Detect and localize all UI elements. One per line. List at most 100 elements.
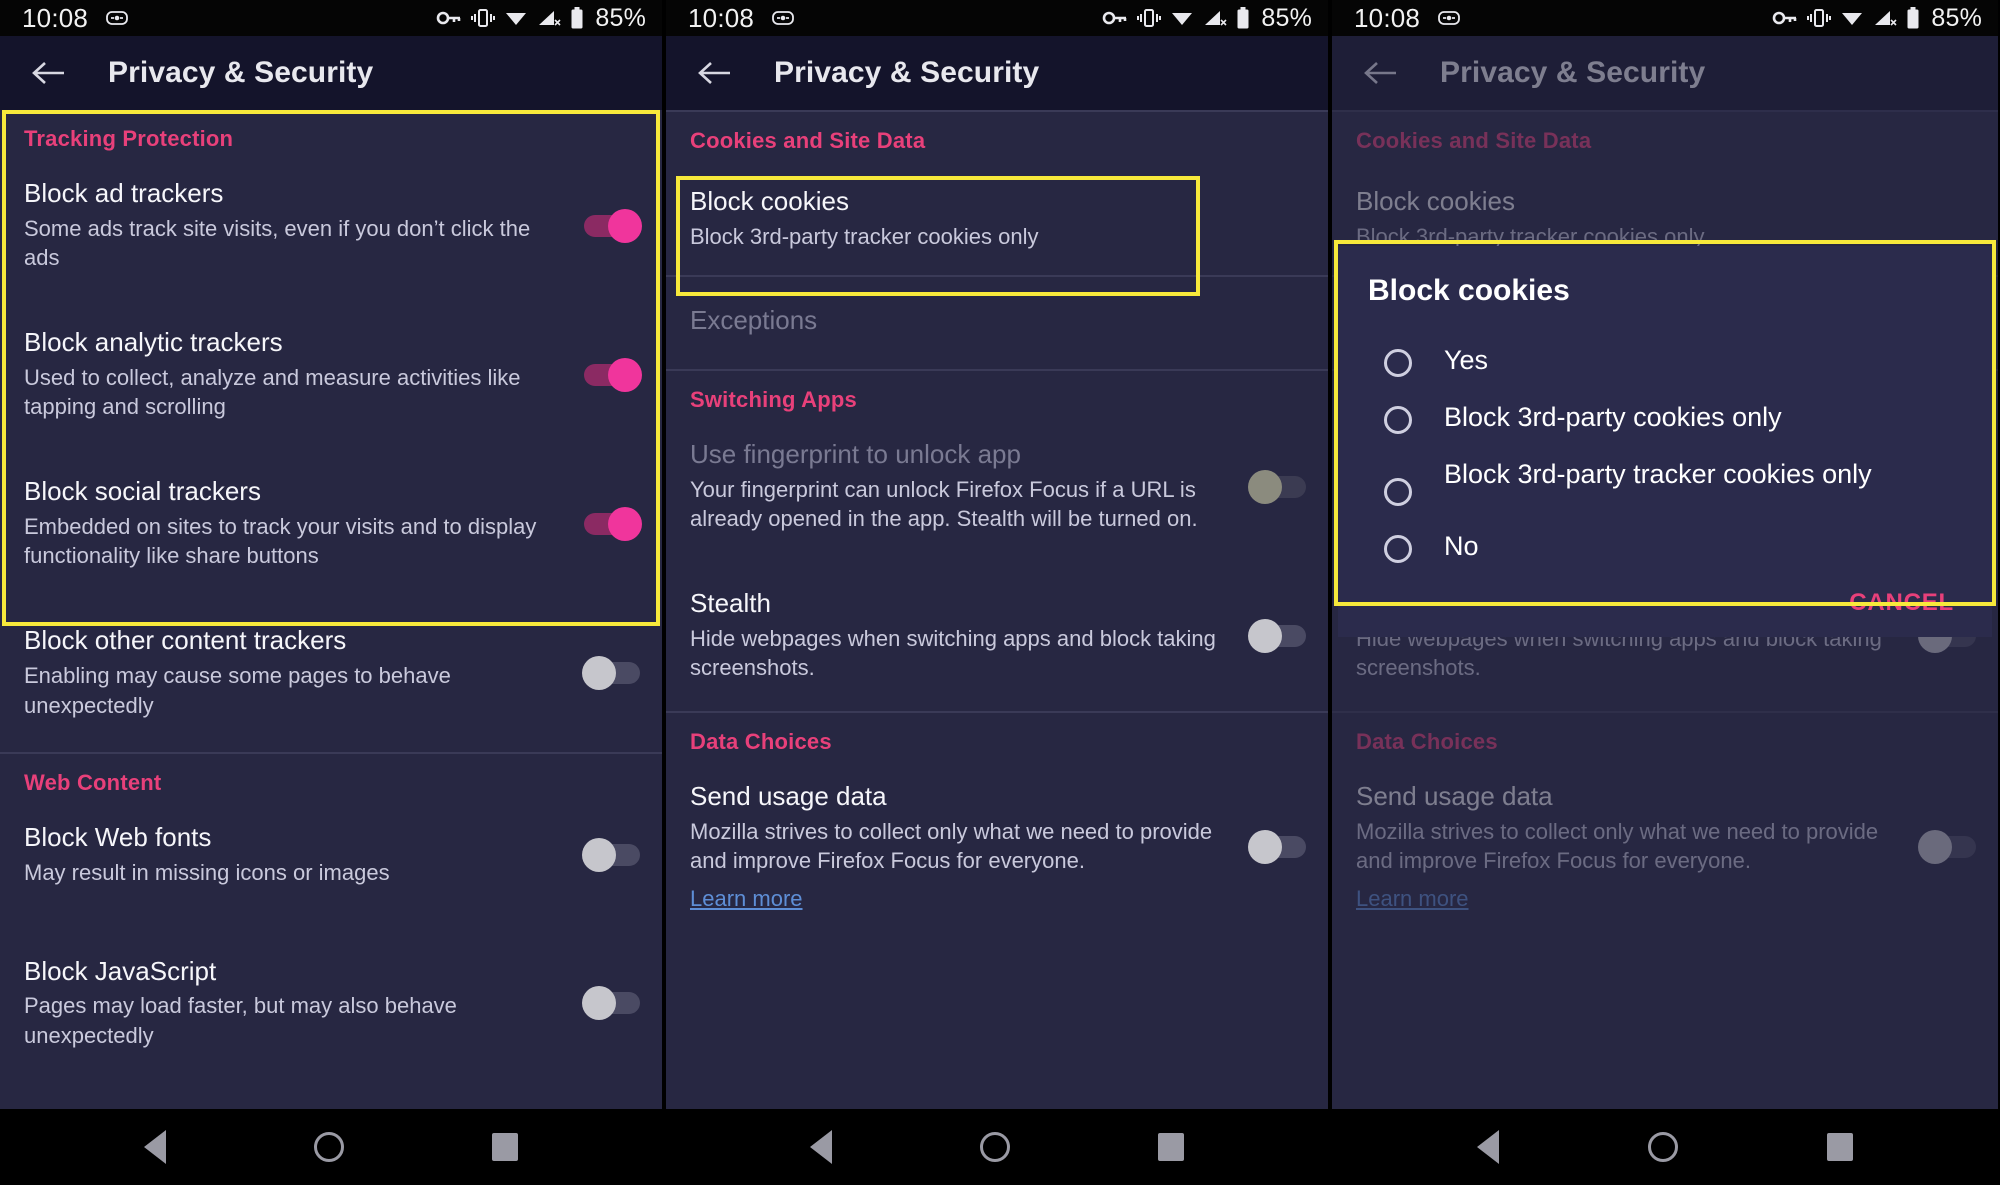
setting-title: Send usage data (690, 781, 887, 812)
setting-row-stealth[interactable]: Stealth Hide webpages when switching app… (666, 572, 1328, 701)
toggle-block-javascript[interactable] (582, 986, 640, 1021)
nav-recents-icon[interactable] (1827, 1133, 1854, 1161)
battery-percent-label: 85% (1931, 3, 1982, 32)
vpn-key-icon (1772, 9, 1798, 27)
radio-button-icon[interactable] (1384, 478, 1412, 506)
setting-row-block-web-fonts[interactable]: Block Web fonts May result in missing ic… (0, 806, 662, 905)
setting-title: Use fingerprint to unlock app (690, 439, 1021, 470)
page-title: Privacy & Security (774, 56, 1040, 89)
nav-recents-icon[interactable] (1158, 1133, 1184, 1161)
setting-subtitle: Mozilla strives to collect only what we … (1356, 818, 1879, 874)
setting-row-block-social-trackers[interactable]: Block social trackers Embedded on sites … (0, 460, 662, 589)
screenshot-triptych: 10:08 85% Privacy & Security Tracking Pr… (0, 0, 2000, 1185)
back-arrow-icon[interactable] (28, 53, 68, 93)
vibrate-mode-icon (1436, 10, 1462, 26)
setting-row-send-usage-data: Send usage data Mozilla strives to colle… (1332, 765, 1998, 932)
battery-icon (1906, 7, 1920, 29)
toggle-stealth[interactable] (1248, 618, 1306, 653)
nav-back-icon[interactable] (810, 1130, 832, 1164)
status-bar-clock: 10:08 (22, 2, 89, 33)
setting-row-use-fingerprint-to-unlock-app[interactable]: Use fingerprint to unlock app Your finge… (666, 423, 1328, 552)
settings-content-1: Tracking Protection Block ad trackers So… (0, 110, 662, 1109)
setting-subtitle: Used to collect, analyze and measure act… (24, 364, 521, 420)
nav-home-icon[interactable] (1647, 1132, 1678, 1162)
vpn-key-icon (436, 9, 462, 27)
dialog-title: Block cookies (1368, 274, 1570, 307)
battery-percent-label: 85% (1261, 3, 1312, 32)
toggle-block-ad-trackers[interactable] (584, 208, 642, 243)
setting-subtitle: Enabling may cause some pages to behave … (24, 662, 451, 718)
status-bar-clock: 10:08 (688, 2, 755, 33)
vibrate-icon (1137, 8, 1162, 28)
battery-icon (570, 7, 584, 29)
page-title: Privacy & Security (1440, 56, 1706, 89)
radio-option-block-3rd-party-cookies-only[interactable]: Block 3rd-party cookies only (1368, 391, 1962, 448)
setting-row-exceptions[interactable]: Exceptions (666, 277, 1328, 369)
setting-row-block-analytic-trackers[interactable]: Block analytic trackers Used to collect,… (0, 311, 662, 440)
nav-home-icon[interactable] (314, 1132, 344, 1162)
setting-row-block-other-content-trackers[interactable]: Block other content trackers Enabling ma… (0, 609, 662, 738)
radio-option-yes[interactable]: Yes (1368, 334, 1962, 391)
toggle-block-social-trackers[interactable] (584, 506, 642, 541)
toggle-block-other-content-trackers[interactable] (582, 655, 640, 690)
phone-screen-2: 10:08 85% Privacy & Security Cookies and… (666, 0, 1332, 1185)
cancel-button[interactable]: CANCEL (1849, 589, 1954, 617)
setting-subtitle: Some ads track site visits, even if you … (24, 215, 531, 271)
app-bar: Privacy & Security (0, 36, 662, 110)
setting-title: Block Web fonts (24, 822, 212, 853)
radio-option-label: Block 3rd-party cookies only (1444, 402, 1782, 432)
block-cookies-dialog[interactable]: Block cookies Yes Block 3rd-party cookie… (1338, 246, 1992, 637)
setting-title: Send usage data (1356, 781, 1553, 812)
setting-title: Exceptions (690, 305, 818, 336)
nav-back-icon[interactable] (1476, 1130, 1499, 1164)
setting-title: Stealth (690, 588, 771, 619)
setting-title: Block cookies (1356, 186, 1515, 216)
back-arrow-icon[interactable] (694, 53, 734, 93)
section-header-cookies-and-site-data: Cookies and Site Data (1356, 128, 1592, 153)
page-title: Privacy & Security (108, 56, 374, 89)
settings-content-2: Cookies and Site Data Block cookies Bloc… (666, 110, 1328, 1109)
wifi-icon (504, 8, 528, 28)
radio-option-no[interactable]: No (1368, 520, 1962, 577)
setting-subtitle: May result in missing icons or images (24, 859, 390, 885)
nav-back-icon[interactable] (144, 1130, 166, 1164)
learn-more-link[interactable]: Learn more (690, 884, 1236, 914)
setting-title: Block ad trackers (24, 178, 224, 208)
setting-subtitle: Mozilla strives to collect only what we … (690, 818, 1213, 874)
radio-button-icon[interactable] (1384, 406, 1412, 434)
setting-title: Block JavaScript (24, 955, 217, 986)
toggle-block-web-fonts[interactable] (582, 837, 640, 872)
setting-title: Block cookies (690, 186, 849, 216)
setting-subtitle: Pages may load faster, but may also beha… (24, 993, 457, 1048)
android-nav-bar-3 (1332, 1109, 1998, 1185)
section-header-tracking-protection: Tracking Protection (24, 126, 234, 151)
toggle-use-fingerprint[interactable] (1248, 469, 1306, 504)
signal-no-service-icon (1873, 8, 1897, 28)
status-bar-clock: 10:08 (1354, 2, 1421, 33)
toggle-send-usage-data[interactable] (1248, 830, 1306, 865)
android-nav-bar-1 (0, 1109, 662, 1185)
radio-option-block-3rd-party-tracker-cookies-only[interactable]: Block 3rd-party tracker cookies only (1368, 448, 1962, 520)
radio-button-icon[interactable] (1384, 349, 1412, 377)
phone-screen-1: 10:08 85% Privacy & Security Tracking Pr… (0, 0, 666, 1185)
vibrate-mode-icon (104, 10, 130, 26)
learn-more-link: Learn more (1356, 886, 1469, 912)
phone-screen-3: 10:08 85% Privacy & Security Cookies and… (1332, 0, 1998, 1185)
signal-no-service-icon (1203, 8, 1227, 28)
section-header-web-content: Web Content (24, 770, 162, 796)
nav-home-icon[interactable] (980, 1132, 1010, 1162)
signal-no-service-icon (537, 8, 561, 28)
nav-recents-icon[interactable] (492, 1133, 518, 1161)
status-bar-right-icons: 85% (1772, 4, 1982, 33)
back-arrow-icon[interactable] (1360, 53, 1400, 93)
dialog-actions: CANCEL (1368, 577, 1962, 623)
radio-button-icon[interactable] (1384, 535, 1412, 563)
setting-row-block-ad-trackers[interactable]: Block ad trackers Some ads track site vi… (0, 162, 662, 291)
setting-row-send-usage-data[interactable]: Send usage data Mozilla strives to colle… (666, 765, 1328, 932)
toggle-block-analytic-trackers[interactable] (584, 357, 642, 392)
setting-row-block-javascript[interactable]: Block JavaScript Pages may load faster, … (0, 940, 662, 1069)
vibrate-icon (1807, 8, 1832, 28)
setting-subtitle: Your fingerprint can unlock Firefox Focu… (690, 476, 1198, 532)
setting-subtitle: Block 3rd-party tracker cookies only (690, 223, 1039, 249)
setting-row-block-cookies[interactable]: Block cookies Block 3rd-party tracker co… (666, 164, 1328, 275)
